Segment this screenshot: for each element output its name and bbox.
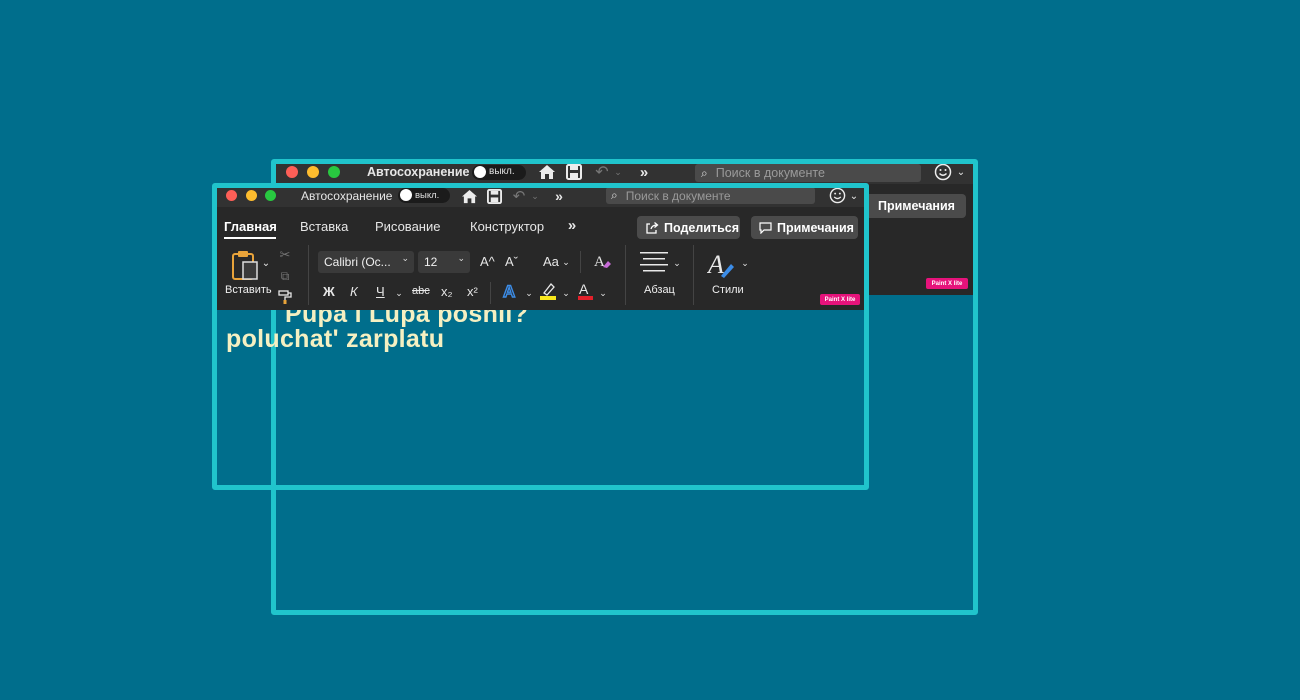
front-window-frame	[212, 183, 869, 490]
